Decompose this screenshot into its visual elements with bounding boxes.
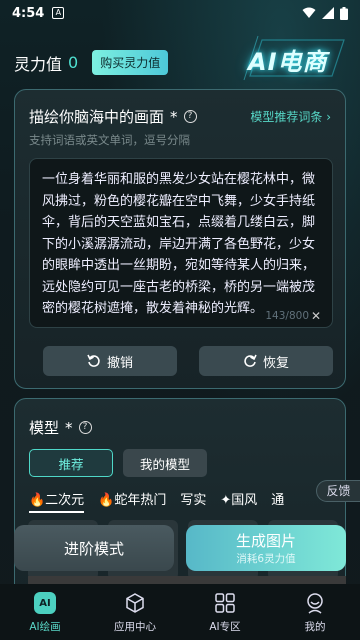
nav-label: 我的 [304,621,326,633]
nav-ai-zone[interactable]: AI专区 [180,584,270,640]
category-more[interactable]: 通 [271,489,284,513]
nav-label: AI专区 [209,621,241,633]
prompt-hint: 支持词语或英文单词，逗号分隔 [29,133,190,147]
battery-icon [340,6,348,20]
redo-label: 恢复 [262,355,289,371]
prompt-title-row: 描绘你脑海中的画面 * ? [29,106,197,127]
notification-a-icon: A [52,7,65,19]
undo-icon [87,354,100,367]
category-anime[interactable]: 🔥二次元 [29,489,85,513]
balance-value: 0 [68,53,79,72]
category-tabs: 🔥二次元 🔥蛇年热门 写实 ✦国风 通 [29,489,284,513]
clear-icon[interactable]: ✕ [311,309,321,323]
balance-bar: 灵力值 0 购买灵力值 [14,50,169,75]
cube-icon [122,590,148,616]
nav-ai-painting[interactable]: AI AI绘画 [0,584,90,640]
model-title-row: 模型 * ? [29,417,92,438]
category-guofeng[interactable]: ✦国风 [220,489,257,513]
generate-cost: 消耗6灵力值 [236,553,296,565]
status-time: 4:54 [12,5,45,21]
tab-recommend[interactable]: 推荐 [29,449,113,477]
help-icon[interactable]: ? [78,421,92,434]
user-icon [302,590,328,616]
nav-label: 应用中心 [114,621,156,633]
model-title: 模型 [29,419,60,437]
grid-icon [212,590,238,616]
prompt-title: 描绘你脑海中的画面 [29,108,165,126]
nav-app-center[interactable]: 应用中心 [90,584,180,640]
balance-label: 灵力值 [14,54,63,74]
prompt-textarea[interactable]: 一位身着华丽和服的黑发少女站在樱花林中，微风拂过，粉色的樱花瓣在空中飞舞，少女手… [29,158,333,328]
category-realistic[interactable]: 写实 [180,489,206,513]
signal-icon [322,7,334,19]
help-icon[interactable]: ? [183,110,197,123]
redo-button[interactable]: 恢复 [199,346,333,376]
undo-button[interactable]: 撤销 [43,346,177,376]
required-star: * [65,418,73,437]
undo-label: 撤销 [106,355,133,371]
buy-points-button[interactable]: 购买灵力值 [92,50,169,75]
required-star: * [170,107,178,126]
logo-text: AI电商 [248,48,328,76]
generate-image-button[interactable]: 生成图片 消耗6灵力值 [186,525,346,571]
nav-mine[interactable]: 我的 [270,584,360,640]
nav-label: AI绘画 [29,621,61,633]
ai-badge-icon: AI [32,590,58,616]
bottom-nav: AI AI绘画 应用中心 AI专区 我的 [0,584,360,640]
status-bar: 4:54 A [0,0,360,26]
prompt-card: 描绘你脑海中的画面 * ? 模型推荐词条 › 支持词语或英文单词，逗号分隔 一位… [14,89,346,389]
feedback-button[interactable]: 反馈 [316,480,360,502]
generate-label: 生成图片 [235,532,296,550]
char-counter: 143/800 [265,310,309,322]
model-recommend-link[interactable]: 模型推荐词条 › [250,108,331,125]
status-icons [302,6,348,20]
ai-commerce-logo: AI电商 [240,30,350,86]
advanced-mode-button[interactable]: 进阶模式 [14,525,174,571]
redo-icon [244,354,257,367]
category-snake-year[interactable]: 🔥蛇年热门 [98,489,166,513]
tab-my-models[interactable]: 我的模型 [123,449,207,477]
wifi-icon [302,7,316,18]
